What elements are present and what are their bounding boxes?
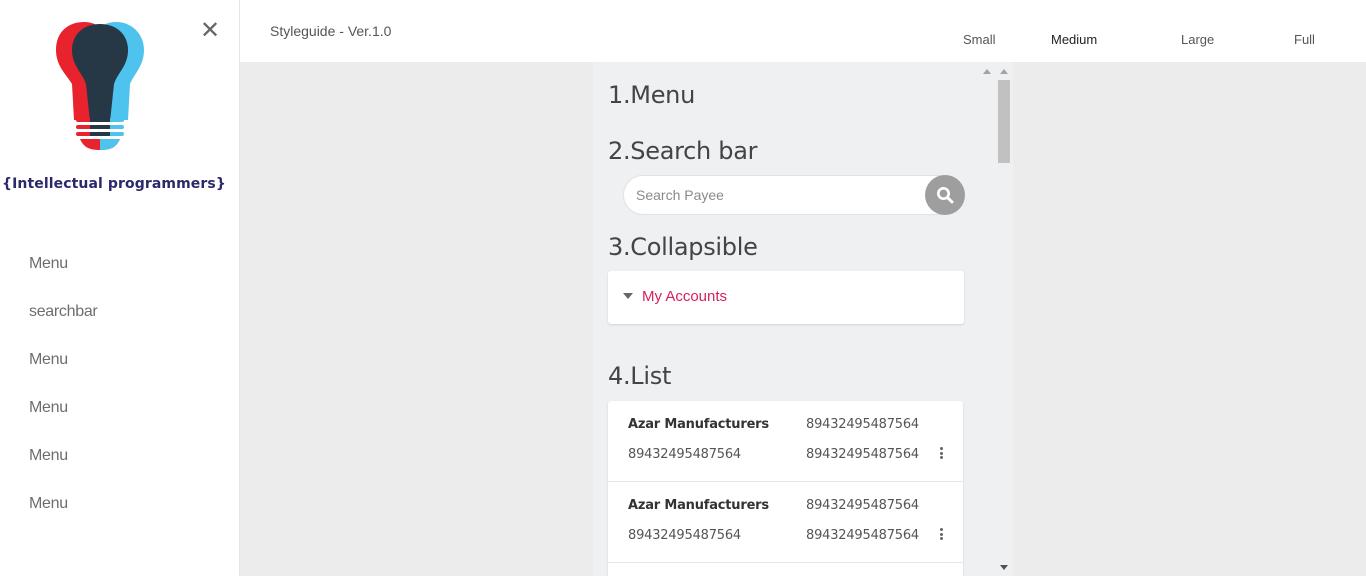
caret-down-icon (623, 293, 633, 299)
payee-name: Azar Manufacturers (628, 498, 769, 513)
account-number: 89432495487564 (628, 447, 741, 462)
sidebar-item-menu[interactable]: Menu (0, 240, 240, 288)
size-option-small[interactable]: Small (963, 32, 996, 47)
account-number: 89432495487564 (806, 528, 919, 543)
search-input[interactable] (636, 176, 916, 214)
scroll-down-arrow-icon[interactable] (1000, 565, 1008, 570)
more-vertical-icon[interactable] (938, 447, 944, 461)
page-title: Styleguide - Ver.1.0 (270, 23, 392, 39)
collapsible-my-accounts[interactable]: My Accounts (608, 271, 964, 324)
sidebar-item-menu[interactable]: Menu (0, 432, 240, 480)
list-item[interactable]: Azar Manufacturers 89432495487564 894324… (608, 401, 963, 482)
inner-scroll-up-arrow-icon[interactable] (983, 69, 991, 74)
logo-text: {Intellectual programmers} (2, 176, 226, 192)
top-bar: Styleguide - Ver.1.0 Small Medium Large … (240, 0, 1366, 62)
sidebar: {Intellectual programmers} ✕ Menu search… (0, 0, 240, 576)
preview-panel: 1.Menu 2.Search bar 3.Collapsible My Acc… (593, 62, 995, 576)
search-bar (623, 175, 965, 215)
account-number: 89432495487564 (806, 417, 919, 432)
list-item[interactable]: Azar Manufacturers 89432495487564 894324… (608, 482, 963, 563)
payee-name: Azar Manufacturers (628, 417, 769, 432)
search-icon (937, 187, 954, 204)
search-button[interactable] (925, 175, 965, 215)
size-option-full[interactable]: Full (1294, 32, 1315, 47)
scroll-up-arrow-icon[interactable] (1000, 69, 1008, 74)
more-vertical-icon[interactable] (938, 528, 944, 542)
account-number: 89432495487564 (806, 498, 919, 513)
list: Azar Manufacturers 89432495487564 894324… (608, 401, 963, 576)
sidebar-nav: Menu searchbar Menu Menu Menu Menu (0, 240, 240, 528)
account-number: 89432495487564 (806, 447, 919, 462)
lightbulb-logo-icon (56, 22, 144, 150)
size-option-large[interactable]: Large (1181, 32, 1214, 47)
sidebar-item-menu[interactable]: Menu (0, 336, 240, 384)
section-title-search: 2.Search bar (608, 137, 758, 165)
account-number: 89432495487564 (628, 528, 741, 543)
sidebar-item-searchbar[interactable]: searchbar (0, 288, 240, 336)
sidebar-item-menu[interactable]: Menu (0, 384, 240, 432)
section-title-menu: 1.Menu (608, 81, 695, 109)
logo: {Intellectual programmers} (0, 18, 226, 192)
section-title-list: 4.List (608, 362, 672, 390)
sidebar-item-menu[interactable]: Menu (0, 480, 240, 528)
section-title-collapsible: 3.Collapsible (608, 233, 758, 261)
close-icon[interactable]: ✕ (199, 19, 221, 43)
scrollbar-thumb[interactable] (998, 80, 1010, 163)
size-option-medium[interactable]: Medium (1051, 32, 1097, 47)
collapsible-label: My Accounts (642, 288, 728, 305)
